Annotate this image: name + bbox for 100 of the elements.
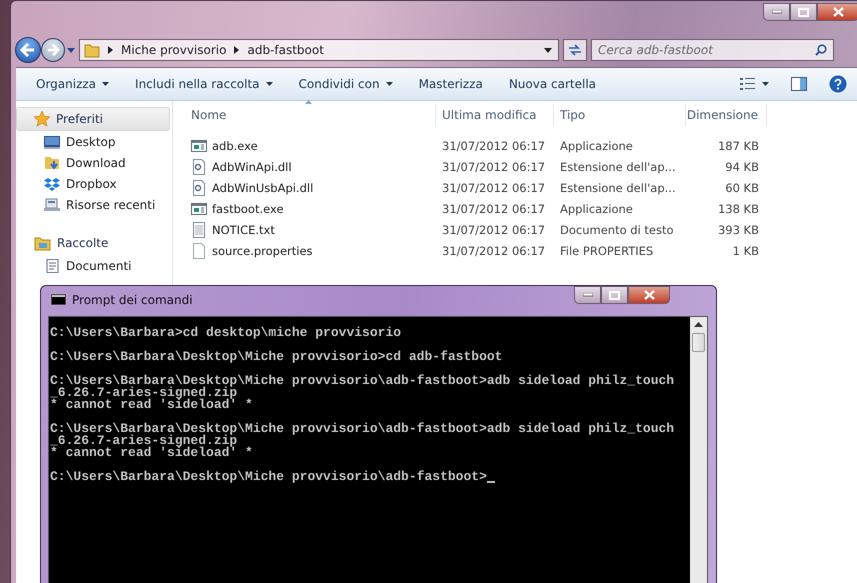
sidebar-header-label: Preferiti bbox=[56, 112, 103, 126]
sidebar-item[interactable]: Dropbox bbox=[16, 173, 172, 194]
modified-date: 31/07/2012 06:17 bbox=[441, 180, 546, 194]
console-line: _6.26.7-aries-signed.zip bbox=[50, 387, 238, 399]
document-icon bbox=[44, 258, 60, 272]
file-size: 187 KB bbox=[716, 138, 760, 152]
caret-icon bbox=[102, 82, 110, 86]
application-icon bbox=[191, 200, 207, 216]
sidebar-item[interactable]: Documenti bbox=[16, 255, 172, 276]
forward-button[interactable] bbox=[41, 38, 65, 62]
maximize-button[interactable] bbox=[601, 286, 628, 304]
sidebar-item[interactable]: Desktop bbox=[16, 131, 172, 152]
file-type: Documento di testo bbox=[559, 222, 675, 236]
sidebar-header[interactable]: Raccolte bbox=[16, 231, 172, 255]
maximize-button[interactable] bbox=[790, 3, 817, 21]
console-icon bbox=[51, 294, 66, 305]
close-icon bbox=[644, 290, 654, 300]
sort-arrow-icon bbox=[305, 100, 312, 104]
help-icon bbox=[829, 75, 847, 93]
console-line: C:\Users\Barbara\Desktop\Miche provvisorio>cd adb-fastboot bbox=[50, 351, 502, 363]
close-icon bbox=[832, 7, 844, 17]
column-header[interactable]: Nome bbox=[173, 104, 436, 126]
recent-places-icon bbox=[44, 198, 60, 212]
file-type: Applicazione bbox=[559, 202, 634, 216]
star-icon bbox=[34, 111, 50, 127]
minimize-icon bbox=[772, 10, 782, 14]
sidebar-item[interactable]: Risorse recenti bbox=[16, 194, 172, 215]
file-type: File PROPERTIES bbox=[559, 244, 654, 258]
dropbox-icon bbox=[44, 176, 60, 190]
file-size: 94 KB bbox=[724, 160, 760, 174]
scroll-up-icon bbox=[694, 322, 703, 327]
file-size: 1 KB bbox=[732, 244, 760, 258]
file-name[interactable]: AdbWinApi.dll bbox=[173, 158, 436, 174]
file-name[interactable]: AdbWinUsbApi.dll bbox=[173, 180, 436, 196]
modified-date: 31/07/2012 06:17 bbox=[441, 160, 546, 174]
file-type: Estensione dell'ap... bbox=[559, 180, 677, 194]
console-line: C:\Users\Barbara\Desktop\Miche provvisorio\adb-fastboot>adb sideload philz_touch bbox=[50, 375, 674, 387]
column-header[interactable]: Tipo bbox=[554, 104, 686, 126]
sidebar-header-label: Raccolte bbox=[57, 236, 108, 250]
file-name[interactable]: fastboot.exe bbox=[173, 200, 436, 216]
modified-date: 31/07/2012 06:17 bbox=[441, 202, 546, 216]
search-field[interactable]: Cerca adb-fastboot bbox=[591, 39, 834, 61]
column-header[interactable]: Dimensione bbox=[687, 104, 767, 126]
forward-arrow-icon bbox=[46, 44, 60, 56]
dll-file-icon bbox=[191, 180, 207, 196]
console-line: * cannot read 'sideload' * bbox=[50, 447, 253, 459]
toolbar-button[interactable]: Condividi con bbox=[288, 73, 403, 95]
console-line: C:\Users\Barbara>cd desktop\miche provvisorio bbox=[50, 327, 402, 339]
caret-icon bbox=[386, 82, 393, 86]
toolbar-button[interactable]: Organizza bbox=[26, 73, 120, 95]
console-line: _6.26.7-aries-signed.zip bbox=[50, 435, 238, 447]
file-icon bbox=[191, 242, 207, 258]
file-name[interactable]: NOTICE.txt bbox=[173, 222, 436, 238]
list-view-icon bbox=[740, 78, 756, 90]
search-icon bbox=[815, 44, 827, 56]
console-line: C:\Users\Barbara\Desktop\Miche provvisorio\adb-fastboot> bbox=[50, 471, 487, 483]
scrollbar[interactable] bbox=[690, 317, 707, 583]
modified-date: 31/07/2012 06:17 bbox=[441, 222, 546, 236]
application-icon bbox=[191, 138, 207, 154]
scroll-thumb[interactable] bbox=[692, 333, 705, 352]
toolbar-button[interactable]: Masterizza bbox=[408, 73, 493, 95]
file-size: 393 KB bbox=[716, 222, 760, 236]
preview-pane-icon bbox=[791, 77, 807, 91]
window-title: Prompt dei comandi bbox=[72, 292, 193, 306]
console-line: * cannot read 'sideload' * bbox=[50, 399, 253, 411]
maximize-icon bbox=[609, 290, 620, 300]
library-folder-icon bbox=[34, 236, 51, 250]
text-file-icon bbox=[191, 222, 207, 238]
breadcrumb-arrow-icon bbox=[234, 46, 240, 54]
toolbar-button[interactable]: Includi nella raccolta bbox=[125, 73, 283, 95]
minimize-button[interactable] bbox=[763, 3, 790, 21]
refresh-icon bbox=[568, 44, 582, 56]
console-line: C:\Users\Barbara\Desktop\Miche provvisorio\adb-fastboot>adb sideload philz_touch bbox=[50, 423, 674, 435]
breadcrumb[interactable]: Miche provvisorio bbox=[121, 43, 226, 57]
back-button[interactable] bbox=[15, 37, 41, 63]
desktop-icon bbox=[44, 134, 60, 148]
sidebar-header[interactable]: Preferiti bbox=[16, 107, 170, 131]
breadcrumb[interactable]: adb-fastboot bbox=[247, 43, 324, 57]
file-type: Applicazione bbox=[559, 138, 634, 152]
back-arrow-icon bbox=[20, 43, 36, 57]
caret-icon bbox=[266, 82, 273, 86]
file-name[interactable]: adb.exe bbox=[173, 138, 436, 154]
maximize-icon bbox=[798, 8, 809, 16]
file-type: Estensione dell'ap... bbox=[559, 160, 677, 174]
close-button[interactable] bbox=[817, 3, 857, 21]
toolbar-button[interactable]: Nuova cartella bbox=[498, 73, 606, 95]
refresh-button[interactable] bbox=[563, 39, 587, 61]
dropdown-caret-icon bbox=[67, 48, 75, 52]
sidebar-item[interactable]: Download bbox=[16, 152, 172, 173]
file-size: 138 KB bbox=[716, 202, 760, 216]
caret-icon bbox=[762, 82, 769, 86]
file-name[interactable]: source.properties bbox=[173, 242, 436, 258]
file-size: 60 KB bbox=[724, 180, 760, 194]
column-header[interactable]: Ultima modifica bbox=[436, 104, 554, 126]
modified-date: 31/07/2012 06:17 bbox=[441, 138, 546, 152]
dropdown-caret-icon bbox=[544, 48, 552, 52]
minimize-button[interactable] bbox=[574, 286, 601, 304]
address-bar[interactable]: Miche provvisorio adb-fastboot bbox=[79, 39, 559, 61]
close-button[interactable] bbox=[628, 286, 670, 304]
minimize-icon bbox=[582, 293, 592, 297]
